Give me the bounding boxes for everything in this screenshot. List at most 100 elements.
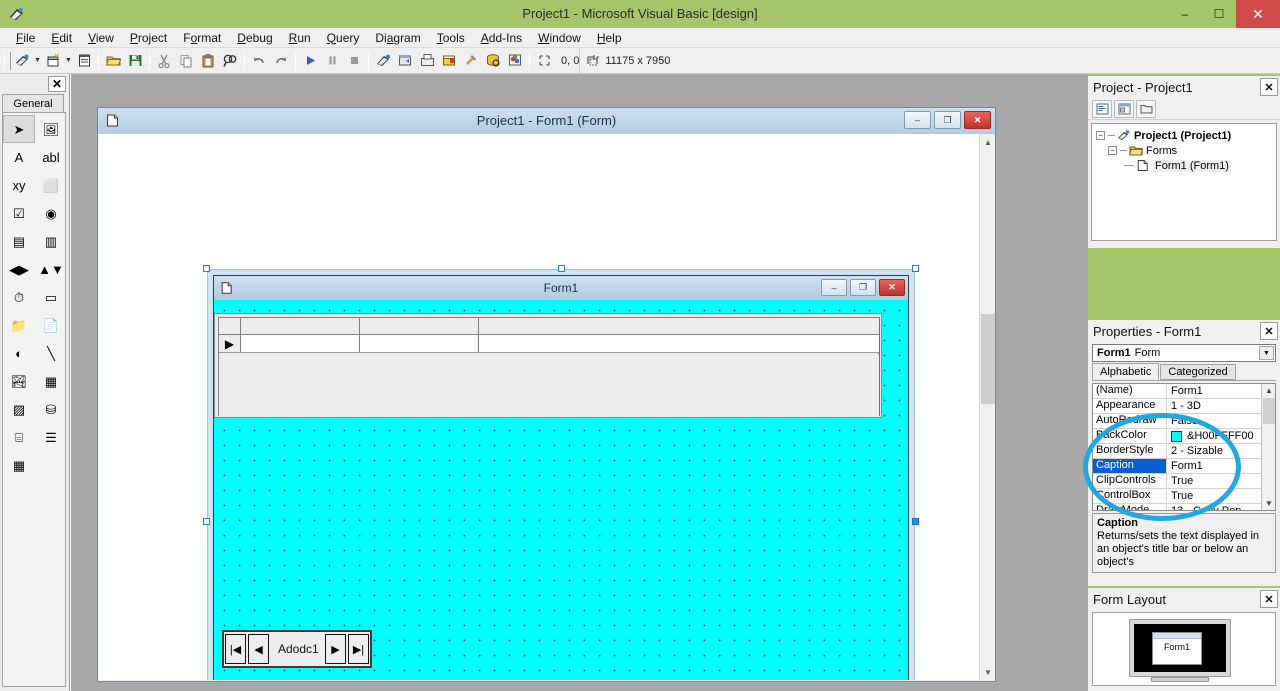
resize-handle-w[interactable]	[203, 518, 210, 525]
project-explorer-close-button[interactable]: ✕	[1260, 78, 1278, 96]
form1-close-button[interactable]: ✕	[879, 279, 905, 296]
project-tree[interactable]: − Project1 (Project1) − Forms Form1 (For…	[1091, 123, 1277, 241]
drivelistbox-icon[interactable]: ▭	[35, 283, 67, 311]
property-value[interactable]: False	[1167, 414, 1275, 428]
scroll-up-arrow-icon[interactable]: ▲	[1262, 384, 1275, 397]
add-project-icon[interactable]	[11, 50, 33, 72]
vscrollbar-icon[interactable]: ▲▼	[35, 255, 67, 283]
combobox-icon[interactable]: ▤	[3, 227, 35, 255]
form-layout-body[interactable]: Form1	[1092, 612, 1276, 686]
property-row[interactable]: ClipControls True	[1093, 474, 1275, 489]
ole-icon[interactable]: ▨	[3, 395, 35, 423]
datagrid-row[interactable]: ▶	[219, 335, 879, 353]
label-icon[interactable]: A	[3, 143, 35, 171]
data-view-window-icon[interactable]	[482, 50, 504, 72]
scroll-up-arrow-icon[interactable]: ▲	[980, 134, 996, 150]
expander-icon[interactable]: −	[1108, 146, 1117, 155]
menu-item-add-ins[interactable]: Add-Ins	[473, 29, 530, 47]
break-icon[interactable]	[321, 50, 343, 72]
datalist-icon[interactable]: ⌸	[3, 423, 35, 451]
resize-handle-ne[interactable]	[912, 265, 919, 272]
property-row[interactable]: (Name) Form1	[1093, 384, 1275, 399]
checkbox-icon[interactable]: ☑	[3, 199, 35, 227]
menu-item-edit[interactable]: Edit	[43, 29, 80, 47]
undo-icon[interactable]	[248, 50, 270, 72]
form-layout-close-button[interactable]: ✕	[1260, 590, 1278, 608]
optionbutton-icon[interactable]: ◉	[35, 199, 67, 227]
menu-item-view[interactable]: View	[80, 29, 122, 47]
properties-close-button[interactable]: ✕	[1260, 322, 1278, 340]
form-layout-preview[interactable]: Form1	[1152, 632, 1202, 665]
expander-icon[interactable]: −	[1096, 131, 1105, 140]
toolbar-grip[interactable]	[4, 51, 11, 70]
shape-icon[interactable]: ◐	[3, 339, 35, 367]
end-icon[interactable]	[343, 50, 365, 72]
property-value[interactable]: 2 - Sizable	[1167, 444, 1275, 458]
property-value[interactable]: 13 - Copy Pen	[1167, 504, 1275, 510]
property-row[interactable]: DrawMode 13 - Copy Pen	[1093, 504, 1275, 510]
property-value[interactable]: 1 - 3D	[1167, 399, 1275, 413]
filelistbox-icon[interactable]: 📄	[35, 311, 67, 339]
tree-node-forms[interactable]: − Forms	[1094, 143, 1274, 158]
visual-component-manager-icon[interactable]	[504, 50, 526, 72]
save-project-icon[interactable]	[124, 50, 146, 72]
menu-item-project[interactable]: Project	[122, 29, 175, 47]
tab-alphabetic[interactable]: Alphabetic	[1092, 363, 1160, 380]
designer-close-button[interactable]: ✕	[964, 111, 991, 129]
toggle-folders-icon[interactable]	[1136, 99, 1156, 118]
add-form-dropdown[interactable]: ▼	[64, 50, 73, 72]
scroll-down-arrow-icon[interactable]: ▼	[980, 664, 996, 680]
resize-handle-n[interactable]	[558, 265, 565, 272]
property-row[interactable]: ControlBox True	[1093, 489, 1275, 504]
property-value[interactable]: Form1	[1167, 384, 1275, 398]
toolbox-icon[interactable]	[460, 50, 482, 72]
datagrid-cell-1[interactable]	[242, 335, 360, 352]
adodc-last-button[interactable]: ▶|	[348, 634, 369, 664]
find-icon[interactable]	[219, 50, 241, 72]
frame-icon[interactable]: xy	[3, 171, 35, 199]
form1-window[interactable]: Form1 – ❐ ✕ ▶ |◀ ◀ Adodc1 ▶ ▶|	[213, 275, 909, 680]
toolbox-close-button[interactable]: ✕	[48, 76, 66, 92]
image-icon[interactable]: 🏞	[3, 367, 35, 395]
menu-item-run[interactable]: Run	[281, 29, 319, 47]
view-object-icon[interactable]	[1114, 99, 1134, 118]
hscrollbar-icon[interactable]: ◀▶	[3, 255, 35, 283]
properties-scrollbar[interactable]: ▲ ▼	[1261, 384, 1275, 510]
datagrid-icon[interactable]: ▦	[3, 451, 35, 479]
menu-item-query[interactable]: Query	[319, 29, 368, 47]
adodc-next-button[interactable]: ▶	[325, 634, 346, 664]
property-row[interactable]: Appearance 1 - 3D	[1093, 399, 1275, 414]
copy-icon[interactable]	[175, 50, 197, 72]
dirlistbox-icon[interactable]: 📁	[3, 311, 35, 339]
paste-icon[interactable]	[197, 50, 219, 72]
designer-maximize-button[interactable]: ❐	[934, 111, 961, 129]
property-row[interactable]: BorderStyle 2 - Sizable	[1093, 444, 1275, 459]
menu-item-debug[interactable]: Debug	[229, 29, 280, 47]
datagrid-cell-2[interactable]	[361, 335, 479, 352]
resize-handle-e[interactable]	[912, 518, 919, 525]
property-value[interactable]: True	[1167, 489, 1275, 503]
scrollbar-thumb[interactable]	[981, 314, 995, 404]
property-value[interactable]: True	[1167, 474, 1275, 488]
scroll-down-arrow-icon[interactable]: ▼	[1262, 497, 1275, 510]
menu-item-window[interactable]: Window	[530, 29, 589, 47]
property-row[interactable]: Caption Form1	[1093, 459, 1275, 474]
datacombo-icon[interactable]: ☰	[35, 423, 67, 451]
adodc-icon[interactable]: ⛁	[35, 395, 67, 423]
pointer-icon[interactable]: ➤	[3, 115, 35, 143]
cut-icon[interactable]	[153, 50, 175, 72]
form1-maximize-button[interactable]: ❐	[850, 279, 876, 296]
scrollbar-thumb[interactable]	[1263, 398, 1275, 424]
tree-node-form1[interactable]: Form1 (Form1)	[1094, 158, 1274, 173]
chevron-down-icon[interactable]: ▼	[1259, 346, 1274, 360]
timer-icon[interactable]: ⏱	[3, 283, 35, 311]
listbox-icon[interactable]: ▥	[35, 227, 67, 255]
commandbutton-icon[interactable]: ⬜	[35, 171, 67, 199]
menu-item-help[interactable]: Help	[589, 29, 630, 47]
property-value[interactable]: Form1	[1167, 459, 1275, 473]
properties-window-icon[interactable]	[394, 50, 416, 72]
designer-canvas[interactable]: Form1 – ❐ ✕ ▶ |◀ ◀ Adodc1 ▶ ▶|	[99, 134, 994, 680]
form1-client-area[interactable]: ▶ |◀ ◀ Adodc1 ▶ ▶|	[214, 300, 908, 680]
menu-item-tools[interactable]: Tools	[429, 29, 473, 47]
adodc-prev-button[interactable]: ◀	[248, 634, 269, 664]
